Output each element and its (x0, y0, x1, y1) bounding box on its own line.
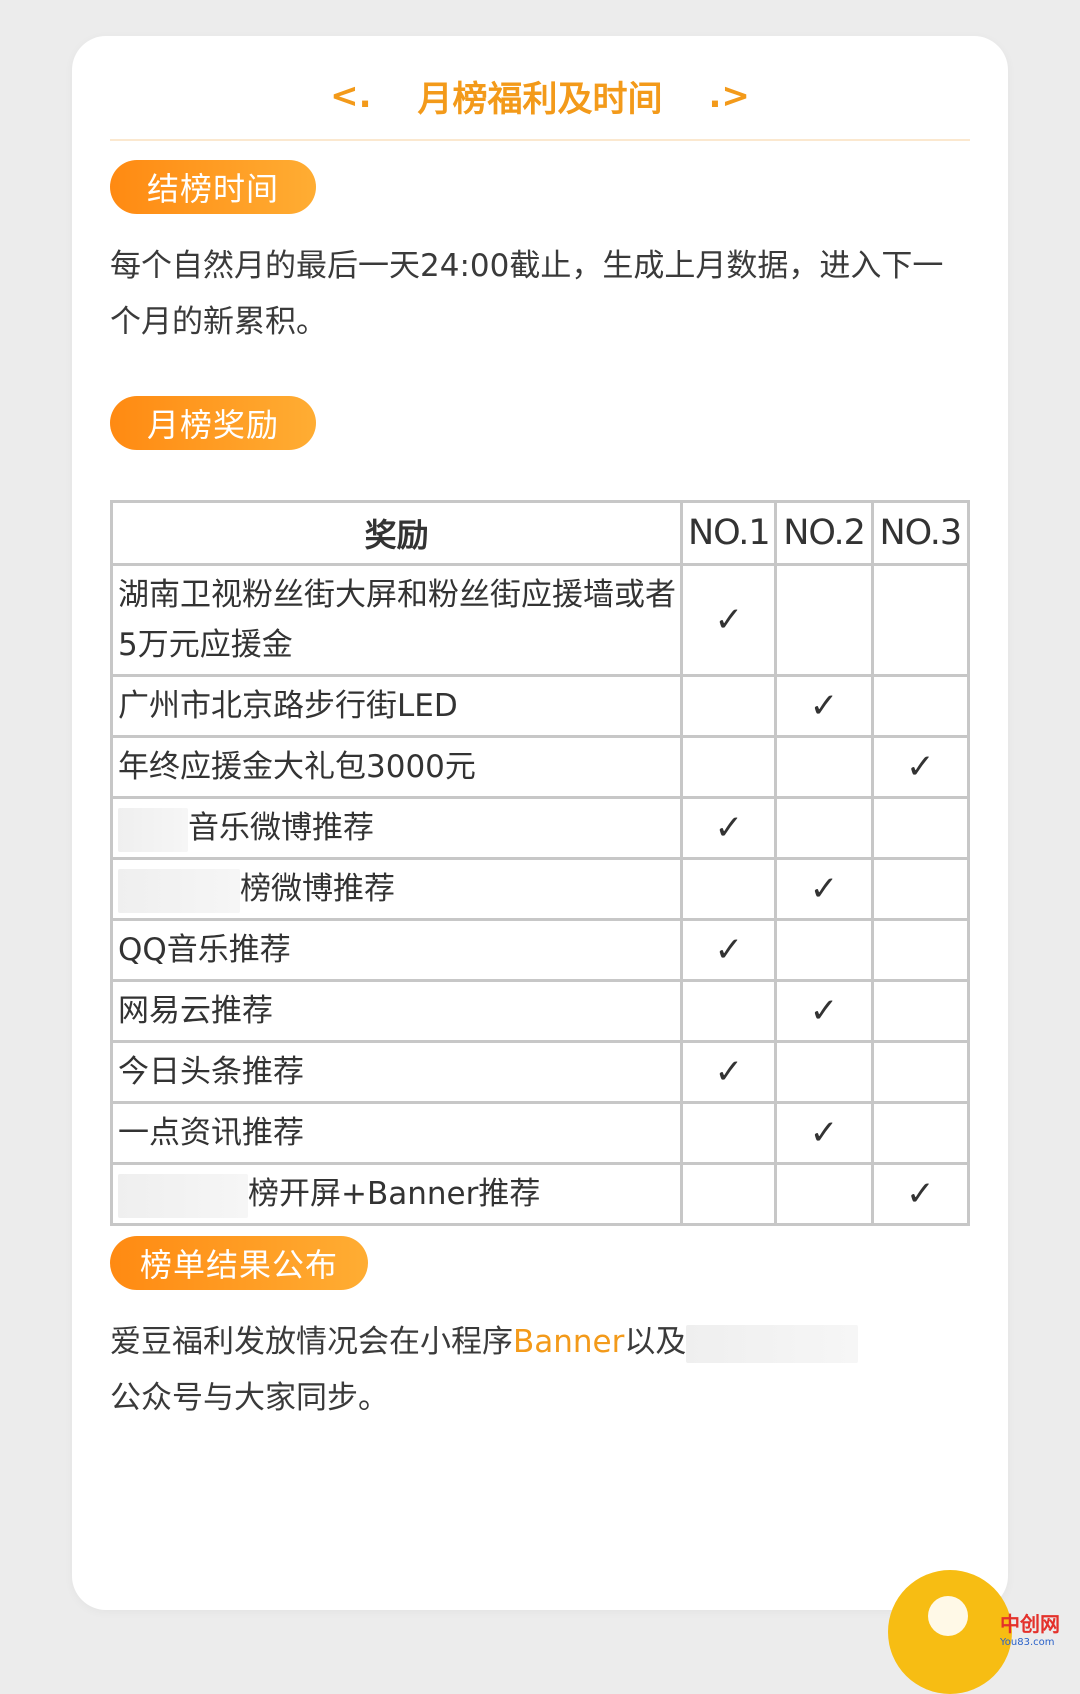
rank-3-cell (870, 674, 971, 738)
rank-2-cell: ✓ (774, 857, 874, 921)
rank-3-cell (870, 563, 971, 677)
watermark-logo: 中创网 You83.com (1000, 1608, 1078, 1658)
closing-time-pill: 结榜时间 (110, 160, 316, 214)
table-row: 榜微博推荐 ✓ (109, 857, 971, 921)
checkmark-icon: ✓ (809, 869, 839, 909)
rank-1-cell (680, 1162, 778, 1226)
banner-link[interactable]: Banner (513, 1324, 624, 1360)
reward-name: QQ音乐推荐 (118, 932, 291, 968)
prev-arrow-icon[interactable]: <. (330, 76, 371, 116)
rank-1-cell: ✓ (680, 1040, 778, 1104)
page-title: 月榜福利及时间 (417, 79, 663, 120)
rank-2-cell: ✓ (774, 674, 874, 738)
redacted-name (118, 1173, 248, 1218)
rewards-table: 奖励 NO.1 NO.2 NO.3 湖南卫视粉丝街大屏和粉丝街应援墙或者5万元应… (109, 500, 971, 1226)
rank-1-cell (680, 1101, 778, 1165)
watermark-sub: You83.com (1000, 1637, 1055, 1648)
table-row: 今日头条推荐 ✓ (109, 1040, 971, 1104)
reward-name-cell: 今日头条推荐 (109, 1040, 684, 1104)
rank-3-cell (870, 979, 971, 1043)
checkmark-icon: ✓ (714, 1052, 744, 1092)
checkmark-icon: ✓ (809, 991, 839, 1031)
checkmark-icon: ✓ (714, 930, 744, 970)
checkmark-icon: ✓ (906, 1174, 935, 1214)
reward-name: 广州市北京路步行街LED (118, 688, 458, 724)
results-text: 爱豆福利发放情况会在小程序Banner以及 公众号与大家同步。 (110, 1314, 970, 1426)
reward-name-cell: 网易云推荐 (109, 979, 684, 1043)
rank-3-cell (870, 1040, 971, 1104)
reward-name-cell: 榜微博推荐 (109, 857, 684, 921)
table-row: 音乐微博推荐 ✓ (109, 796, 971, 860)
rank-2-cell (774, 1162, 874, 1226)
rank-3-cell: ✓ (870, 1162, 971, 1226)
watermark-main: 中创网 (1000, 1612, 1060, 1636)
checkmark-icon: ✓ (714, 600, 744, 640)
rank-1-cell: ✓ (680, 796, 778, 860)
header-divider (110, 139, 970, 141)
results-pill: 榜单结果公布 (110, 1236, 368, 1290)
table-row: 广州市北京路步行街LED ✓ (109, 674, 971, 738)
reward-name: 榜开屏+Banner推荐 (248, 1176, 541, 1212)
rank-1-cell (680, 674, 778, 738)
checkmark-icon: ✓ (809, 686, 839, 726)
header-no2: NO.2 (774, 500, 874, 566)
header-no3: NO.3 (870, 500, 971, 566)
rank-2-cell (774, 1040, 874, 1104)
header-no1: NO.1 (680, 500, 778, 566)
rank-1-cell: ✓ (680, 918, 778, 982)
rank-1-cell (680, 979, 778, 1043)
rank-2-cell (774, 563, 874, 677)
reward-name: 一点资讯推荐 (118, 1115, 304, 1151)
rank-3-cell (870, 857, 971, 921)
rank-1-cell (680, 735, 778, 799)
checkmark-icon: ✓ (906, 747, 935, 787)
rank-1-cell: ✓ (680, 563, 778, 677)
checkmark-icon: ✓ (714, 808, 744, 848)
rank-3-cell: ✓ (870, 735, 971, 799)
table-row: 一点资讯推荐 ✓ (109, 1101, 971, 1165)
results-text-c: 公众号与大家同步。 (110, 1380, 389, 1416)
rank-1-cell (680, 857, 778, 921)
reward-name-cell: 音乐微博推荐 (109, 796, 684, 860)
reward-name-cell: QQ音乐推荐 (109, 918, 684, 982)
rank-2-cell: ✓ (774, 979, 874, 1043)
table-row: 网易云推荐 ✓ (109, 979, 971, 1043)
next-arrow-icon[interactable]: .> (709, 76, 750, 116)
closing-time-text: 每个自然月的最后一天24:00截止，生成上月数据，进入下一个月的新累积。 (110, 248, 944, 340)
reward-name: 湖南卫视粉丝街大屏和粉丝街应援墙或者5万元应援金 (118, 577, 676, 663)
card-header: <. 月榜福利及时间 .> (72, 66, 1008, 126)
reward-name-cell: 年终应援金大礼包3000元 (109, 735, 684, 799)
reward-name-cell: 榜开屏+Banner推荐 (109, 1162, 684, 1226)
rank-3-cell (870, 1101, 971, 1165)
reward-name-cell: 湖南卫视粉丝街大屏和粉丝街应援墙或者5万元应援金 (109, 563, 684, 677)
table-header-row: 奖励 NO.1 NO.2 NO.3 (109, 500, 971, 566)
results-text-a: 爱豆福利发放情况会在小程序 (110, 1324, 513, 1360)
rank-2-cell (774, 735, 874, 799)
header-reward: 奖励 (109, 500, 684, 566)
table-row: 榜开屏+Banner推荐 ✓ (109, 1162, 971, 1226)
results-text-b: 以及 (624, 1324, 687, 1360)
redacted-name (118, 868, 240, 913)
reward-name: 音乐微博推荐 (188, 810, 374, 846)
redacted-account (686, 1324, 859, 1363)
checkmark-icon: ✓ (809, 1113, 839, 1153)
rank-2-cell (774, 918, 874, 982)
table-row: 年终应援金大礼包3000元 ✓ (109, 735, 971, 799)
table-row: 湖南卫视粉丝街大屏和粉丝街应援墙或者5万元应援金 ✓ (109, 563, 971, 677)
redacted-name (118, 807, 188, 852)
rank-3-cell (870, 796, 971, 860)
rewards-card: <. 月榜福利及时间 .> 结榜时间 每个自然月的最后一天24:00截止，生成上… (72, 36, 1008, 1610)
rank-2-cell (774, 796, 874, 860)
reward-name: 今日头条推荐 (118, 1054, 304, 1090)
reward-name: 年终应援金大礼包3000元 (118, 749, 476, 785)
rank-2-cell: ✓ (774, 1101, 874, 1165)
reward-name: 网易云推荐 (118, 993, 273, 1029)
reward-name-cell: 广州市北京路步行街LED (109, 674, 684, 738)
reward-name-cell: 一点资讯推荐 (109, 1101, 684, 1165)
reward-name: 榜微博推荐 (240, 871, 395, 907)
rank-3-cell (870, 918, 971, 982)
headset-icon (928, 1596, 968, 1636)
monthly-rewards-pill: 月榜奖励 (110, 396, 316, 450)
table-row: QQ音乐推荐 ✓ (109, 918, 971, 982)
